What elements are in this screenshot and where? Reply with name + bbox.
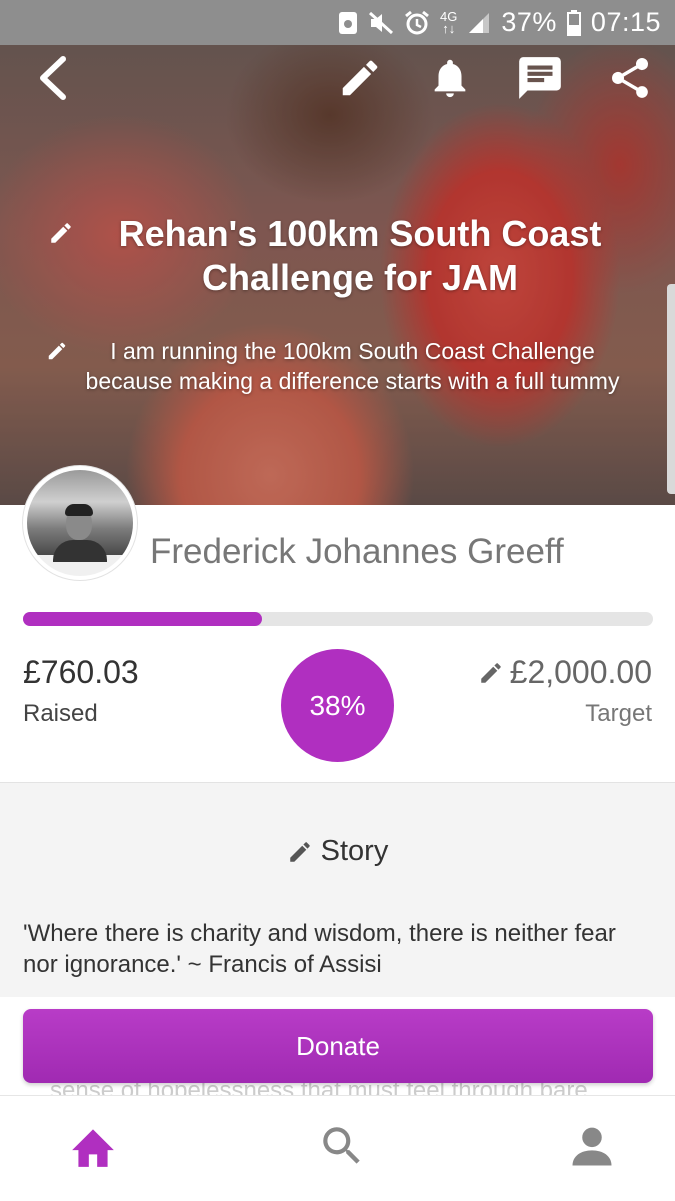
- share-button[interactable]: [604, 52, 656, 104]
- story-quote: 'Where there is charity and wisdom, ther…: [23, 920, 616, 978]
- network-4g-icon: 4G ↑↓: [440, 8, 458, 36]
- home-icon: [72, 1129, 114, 1167]
- share-icon: [611, 58, 649, 98]
- edit-icon: [48, 342, 66, 360]
- battery-icon: [566, 9, 581, 36]
- page-title: Rehan's 100km South Coast Challenge for …: [118, 213, 602, 298]
- fundraiser-name: Frederick Johannes Greeff: [150, 532, 564, 571]
- edit-icon: [289, 841, 310, 862]
- progress-fill: [23, 612, 263, 626]
- story-section: Story 'Where there is charity and wisdom…: [0, 782, 675, 998]
- clock: 07:15: [590, 7, 661, 37]
- page-subtitle: I am running the 100km South Coast Chall…: [85, 338, 620, 394]
- status-icons: 4G ↑↓ 37% 07:15: [338, 0, 661, 45]
- scrollbar[interactable]: [667, 284, 675, 494]
- notifications-button[interactable]: [424, 52, 476, 104]
- edit-subtitle-button[interactable]: [46, 340, 68, 367]
- avatar[interactable]: [23, 466, 137, 580]
- edit-page-button[interactable]: [334, 52, 386, 104]
- donate-button[interactable]: Donate: [23, 1009, 653, 1083]
- story-header[interactable]: Story: [0, 835, 675, 868]
- edit-icon: [480, 662, 501, 683]
- back-icon: [40, 56, 66, 100]
- notification-bell-icon: [434, 59, 466, 98]
- raised-label: Raised: [23, 700, 98, 727]
- nav-profile[interactable]: [562, 1116, 622, 1176]
- storage-icon: [338, 11, 358, 35]
- signal-icon: [467, 11, 491, 35]
- raised-amount: £760.03: [23, 654, 139, 690]
- avatar-photo: [27, 470, 133, 576]
- profile-icon: [572, 1127, 612, 1166]
- back-button[interactable]: [26, 52, 78, 104]
- mute-icon: [368, 11, 394, 35]
- edit-icon: [342, 60, 378, 96]
- search-icon: [323, 1127, 360, 1164]
- bottom-navigation: [0, 1095, 675, 1201]
- nav-search[interactable]: [312, 1116, 372, 1176]
- progress-bar: [23, 612, 653, 626]
- avatar-hair: [65, 504, 93, 516]
- avatar-body: [53, 540, 107, 562]
- target-amount-row[interactable]: £2,000.00: [478, 654, 652, 691]
- battery-percent: 37%: [501, 7, 557, 37]
- target-amount: £2,000.00: [509, 654, 652, 690]
- story-heading: Story: [320, 835, 389, 867]
- messages-button[interactable]: [514, 52, 566, 104]
- nav-home[interactable]: [63, 1116, 123, 1176]
- target-label: Target: [585, 700, 652, 727]
- alarm-icon: [404, 10, 430, 36]
- network-label: 4G: [440, 8, 458, 24]
- percent-badge: 38%: [281, 649, 394, 762]
- message-icon: [519, 57, 561, 99]
- status-bar: 4G ↑↓ 37% 07:15: [0, 0, 675, 45]
- percent-label: 38%: [309, 689, 366, 721]
